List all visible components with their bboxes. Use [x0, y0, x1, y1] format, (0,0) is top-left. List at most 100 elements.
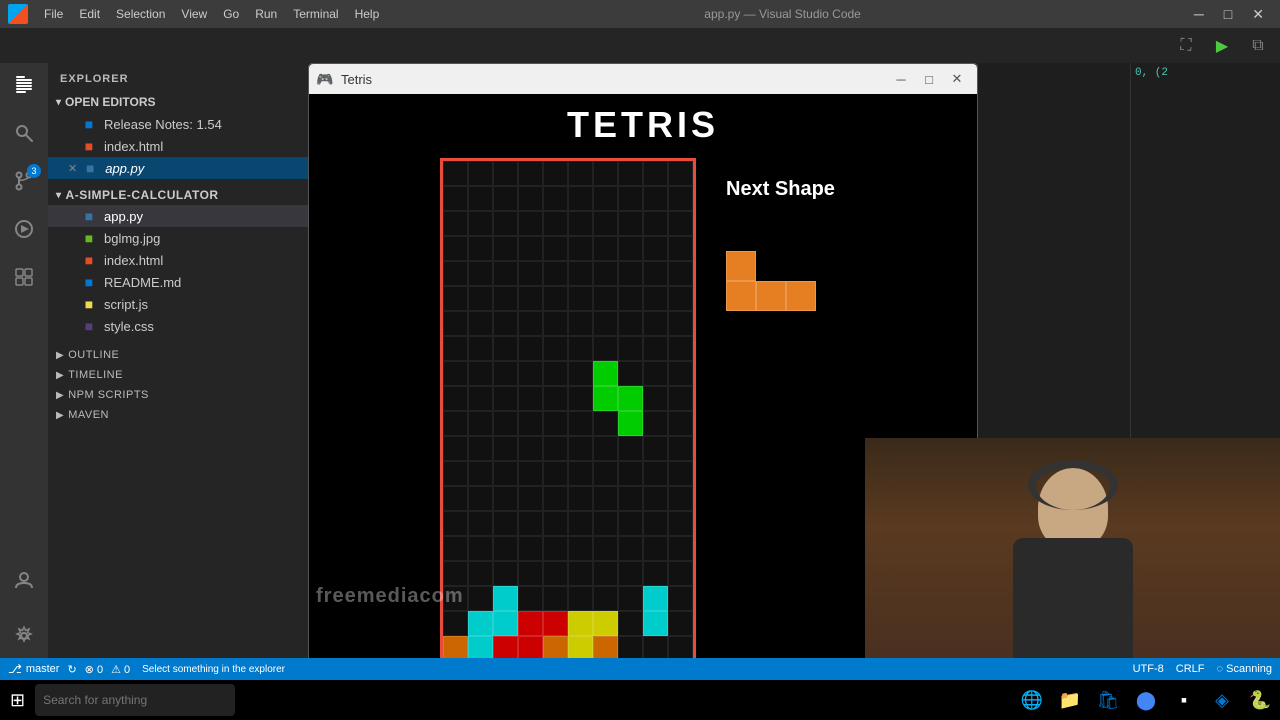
- taskbar-edge-icon[interactable]: 🌐: [1016, 684, 1048, 716]
- tetris-restore-button[interactable]: □: [917, 70, 941, 88]
- open-editor-index-html[interactable]: ■ index.html: [48, 135, 308, 157]
- file-bglmg-jpg[interactable]: ■ bglmg.jpg: [48, 227, 308, 249]
- taskbar-python-icon[interactable]: 🐍: [1244, 684, 1276, 716]
- tetris-close-button[interactable]: ✕: [945, 70, 969, 88]
- search-activity-icon[interactable]: [10, 119, 38, 147]
- board-cell: [543, 411, 568, 436]
- headphones: [1028, 460, 1118, 510]
- close-window-button[interactable]: ✕: [1244, 4, 1272, 25]
- minimize-button[interactable]: ─: [1186, 4, 1212, 25]
- explorer-activity-icon[interactable]: [10, 71, 38, 99]
- maven-section[interactable]: ▶ MAVEN: [48, 405, 308, 425]
- npm-scripts-section[interactable]: ▶ NPM SCRIPTS: [48, 385, 308, 405]
- board-cell: [568, 386, 593, 411]
- board-cell: [643, 636, 668, 658]
- file-style-css[interactable]: ■ style.css: [48, 315, 308, 337]
- menu-terminal[interactable]: Terminal: [293, 7, 338, 21]
- board-cell: [593, 536, 618, 561]
- board-cell: [443, 336, 468, 361]
- line-ending-label[interactable]: CRLF: [1176, 663, 1205, 675]
- split-editor-icon[interactable]: ⧉: [1244, 32, 1272, 60]
- taskbar-store-icon[interactable]: 🛍: [1092, 684, 1124, 716]
- encoding-label[interactable]: UTF-8: [1133, 663, 1164, 675]
- language-label[interactable]: ◌ Scanning: [1217, 663, 1272, 675]
- play-icon[interactable]: ▶: [1208, 32, 1236, 60]
- board-cell: [543, 386, 568, 411]
- tetris-minimize-button[interactable]: ─: [889, 70, 913, 88]
- taskbar-search-input[interactable]: [35, 684, 235, 716]
- close-app-py-icon[interactable]: ✕: [68, 162, 77, 175]
- taskbar-terminal-icon[interactable]: ▪: [1168, 684, 1200, 716]
- board-cell: [493, 236, 518, 261]
- board-cell: [443, 561, 468, 586]
- board-cell: [643, 436, 668, 461]
- outline-section[interactable]: ▶ OUTLINE: [48, 345, 308, 365]
- debug-activity-icon[interactable]: [10, 215, 38, 243]
- file-app-py[interactable]: ■ app.py: [48, 205, 308, 227]
- board-cell: [518, 511, 543, 536]
- board-cell: [643, 211, 668, 236]
- taskbar-vscode-icon[interactable]: ◈: [1206, 684, 1238, 716]
- source-control-activity-icon[interactable]: 3: [10, 167, 38, 195]
- sidebar-title: EXPLORER: [48, 63, 308, 91]
- board-cell: [618, 411, 643, 436]
- file-index-html[interactable]: ■ index.html: [48, 249, 308, 271]
- tetris-game-title: TETRIS: [567, 104, 719, 146]
- file-script-js[interactable]: ■ script.js: [48, 293, 308, 315]
- run-debug-icon[interactable]: ⛶: [1172, 32, 1200, 60]
- open-editors-header[interactable]: ▾ OPEN EDITORS: [48, 91, 308, 113]
- board-cell: [568, 611, 593, 636]
- window-controls: ─ □ ✕: [1186, 4, 1272, 25]
- maximize-button[interactable]: □: [1216, 4, 1240, 25]
- menu-run[interactable]: Run: [255, 7, 277, 21]
- sync-icon[interactable]: ↻: [67, 663, 76, 676]
- menu-view[interactable]: View: [181, 7, 207, 21]
- open-editor-app-py[interactable]: ✕ ■ app.py: [48, 157, 308, 179]
- board-cell: [443, 636, 468, 658]
- menu-help[interactable]: Help: [355, 7, 380, 21]
- board-cell: [668, 161, 693, 186]
- menu-file[interactable]: File: [44, 7, 63, 21]
- js-icon: ■: [80, 295, 98, 313]
- menu-go[interactable]: Go: [223, 7, 239, 21]
- extensions-activity-icon[interactable]: [10, 263, 38, 291]
- menu-edit[interactable]: Edit: [79, 7, 100, 21]
- board-cell: [493, 211, 518, 236]
- menu-selection[interactable]: Selection: [116, 7, 165, 21]
- start-button[interactable]: ⊞: [4, 682, 31, 718]
- code-line-2: [1135, 83, 1276, 95]
- warnings-count[interactable]: ⚠ 0: [111, 663, 130, 676]
- open-editor-release-notes[interactable]: ■ Release Notes: 1.54: [48, 113, 308, 135]
- status-selection: Select something in the explorer: [142, 664, 285, 675]
- project-folder-header[interactable]: ▾ A-SIMPLE-CALCULATOR: [48, 185, 308, 205]
- board-cell: [593, 611, 618, 636]
- vscode-logo-icon: [8, 4, 28, 24]
- account-activity-icon[interactable]: [10, 566, 38, 594]
- board-cell: [493, 361, 518, 386]
- board-cell: [593, 411, 618, 436]
- board-cell: [568, 511, 593, 536]
- timeline-section[interactable]: ▶ TIMELINE: [48, 365, 308, 385]
- board-cell: [543, 561, 568, 586]
- git-branch[interactable]: ⎇ master: [8, 662, 59, 676]
- code-line-1: 0, (2: [1135, 67, 1276, 79]
- spinner-icon: ◌: [1217, 663, 1224, 675]
- board-cell: [518, 586, 543, 611]
- taskbar-explorer-icon[interactable]: 📁: [1054, 684, 1086, 716]
- board-cell: [593, 561, 618, 586]
- file-readme-md[interactable]: ■ README.md: [48, 271, 308, 293]
- board-cell: [468, 211, 493, 236]
- maven-label: MAVEN: [68, 409, 109, 421]
- board-cell: [618, 211, 643, 236]
- board-cell: [593, 261, 618, 286]
- errors-count[interactable]: ⊗ 0: [85, 663, 103, 676]
- settings-activity-icon[interactable]: [10, 622, 38, 650]
- board-cell: [593, 386, 618, 411]
- board-cell: [518, 611, 543, 636]
- taskbar-chrome-icon[interactable]: ⬤: [1130, 684, 1162, 716]
- board-cell: [543, 161, 568, 186]
- board-cell: [468, 561, 493, 586]
- html-file-icon: ■: [80, 137, 98, 155]
- board-cell: [468, 386, 493, 411]
- board-cell: [443, 236, 468, 261]
